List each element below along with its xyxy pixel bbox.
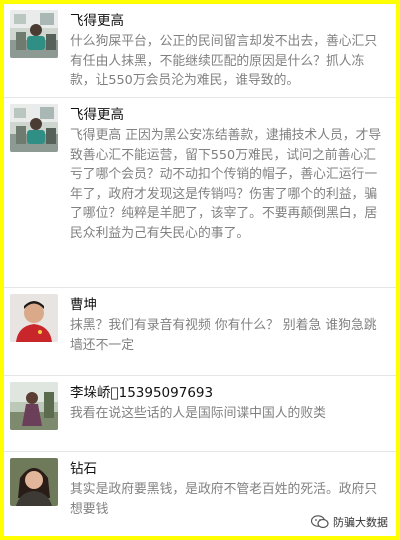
comment-item: 飞得更高 什么狗屎平台，公正的民间留言却发不出去，善心汇只有任由人抹黑，不能继续… — [4, 4, 396, 98]
comment-text: 什么狗屎平台，公正的民间留言却发不出去，善心汇只有任由人抹黑，不能继续匹配的原因… — [70, 34, 378, 88]
comment-item: 李垛峤􀀀15395097693 我看在说这些话的人是国际间谍中国人的败类 — [4, 376, 396, 452]
comment-text: 抹黑？我们有录音有视频 你有什么？ 别着急 谁狗急跳墙还不一定 — [70, 318, 377, 353]
comment-item: 曹坤 抹黑？我们有录音有视频 你有什么？ 别着急 谁狗急跳墙还不一定 — [4, 288, 396, 376]
office-photo-avatar[interactable] — [10, 10, 58, 58]
commenter-name[interactable]: 曹坤 — [70, 295, 388, 315]
man-red-shirt-avatar[interactable] — [10, 294, 58, 342]
woman-portrait-avatar[interactable] — [10, 458, 58, 506]
woman-outdoor-avatar[interactable] — [10, 382, 58, 430]
watermark-label: 防骗大数据 — [333, 516, 388, 529]
watermark: 防骗大数据 — [311, 514, 388, 530]
comment-text: 飞得更高 正因为黑公安冻结善款，逮捕技术人员，才导致善心汇不能运营，留下550万… — [70, 128, 382, 241]
comment-text: 我看在说这些话的人是国际间谍中国人的败类 — [70, 406, 326, 421]
commenter-name[interactable]: 李垛峤􀀀15395097693 — [70, 383, 388, 403]
comment-item: 飞得更高 飞得更高 正因为黑公安冻结善款，逮捕技术人员，才导致善心汇不能运营，留… — [4, 98, 396, 288]
comment-list: 飞得更高 什么狗屎平台，公正的民间留言却发不出去，善心汇只有任由人抹黑，不能继续… — [4, 4, 396, 536]
wechat-icon — [311, 515, 329, 529]
commenter-name[interactable]: 钻石 — [70, 459, 388, 479]
commenter-name[interactable]: 飞得更高 — [70, 105, 388, 125]
commenter-name[interactable]: 飞得更高 — [70, 11, 388, 31]
office-photo-avatar[interactable] — [10, 104, 58, 152]
